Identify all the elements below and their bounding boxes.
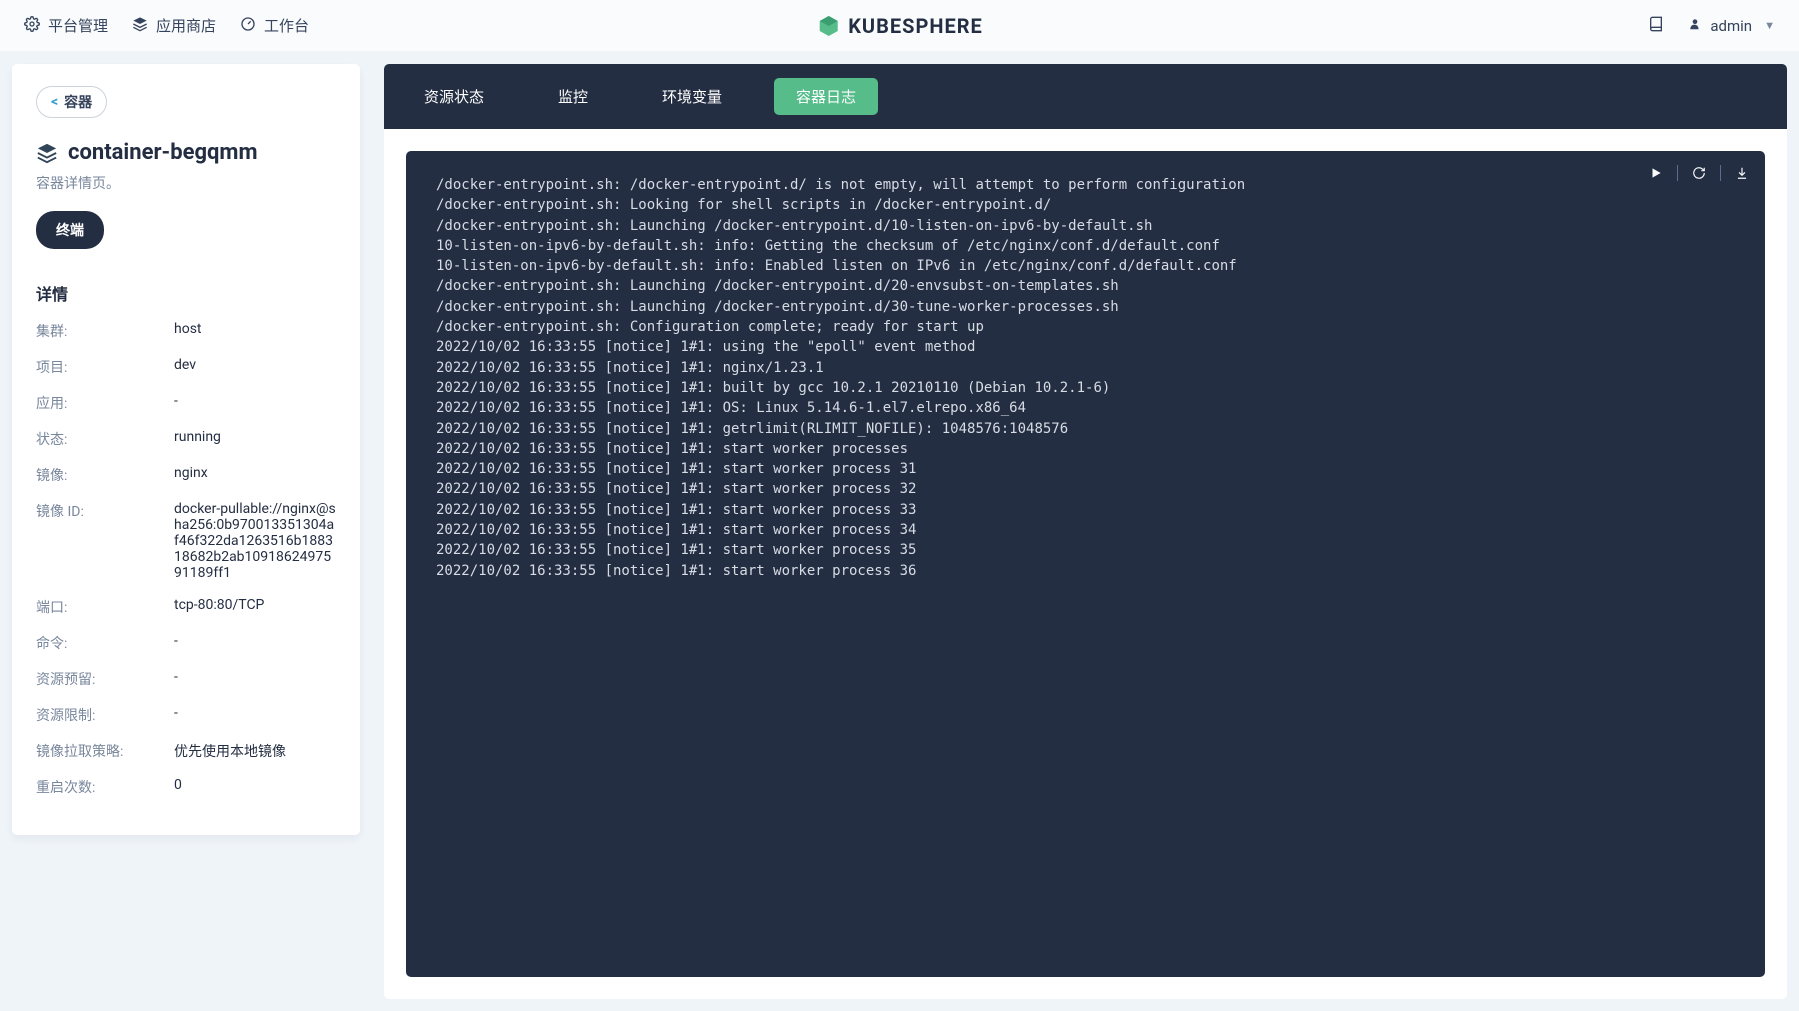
details-heading: 详情 <box>36 281 336 305</box>
detail-label: 镜像: <box>36 465 174 485</box>
detail-value: 优先使用本地镜像 <box>174 741 286 761</box>
detail-label: 镜像拉取策略: <box>36 741 174 761</box>
page-body: < 容器 container-begqmm 容器详情页。 终端 详情 集群:ho… <box>0 52 1799 1011</box>
detail-label: 镜像 ID: <box>36 501 174 581</box>
detail-label: 资源限制: <box>36 705 174 725</box>
back-button[interactable]: < 容器 <box>36 86 107 118</box>
tab[interactable]: 监控 <box>536 78 610 115</box>
detail-row: 项目:dev <box>36 357 336 377</box>
detail-row: 集群:host <box>36 321 336 341</box>
detail-value: running <box>174 429 221 449</box>
chevron-down-icon: ▼ <box>1764 19 1775 32</box>
nav-workbench-label: 工作台 <box>264 15 309 36</box>
detail-row: 镜像拉取策略:优先使用本地镜像 <box>36 741 336 761</box>
back-label: 容器 <box>64 92 92 112</box>
separator <box>1720 165 1721 181</box>
detail-row: 镜像:nginx <box>36 465 336 485</box>
layers-icon <box>132 16 148 36</box>
page-subtitle: 容器详情页。 <box>36 173 336 193</box>
topbar: 平台管理 应用商店 工作台 KUBESPHERE admin <box>0 0 1799 52</box>
brand-text: KUBESPHERE <box>848 14 983 38</box>
detail-label: 项目: <box>36 357 174 377</box>
nav-appstore-label: 应用商店 <box>156 15 216 36</box>
detail-row: 重启次数:0 <box>36 777 336 797</box>
detail-label: 端口: <box>36 597 174 617</box>
detail-row: 应用:- <box>36 393 336 413</box>
detail-value: nginx <box>174 465 208 485</box>
detail-row: 端口:tcp-80:80/TCP <box>36 597 336 617</box>
detail-value: 0 <box>174 777 182 797</box>
gear-icon <box>24 16 40 36</box>
detail-value: tcp-80:80/TCP <box>174 597 264 617</box>
brand-logo[interactable]: KUBESPHERE <box>816 14 983 38</box>
topbar-right: admin ▼ <box>1648 16 1775 36</box>
detail-value: docker-pullable://nginx@sha256:0b9700133… <box>174 501 336 581</box>
detail-value: - <box>174 705 178 725</box>
detail-value: - <box>174 393 178 413</box>
log-box: /docker-entrypoint.sh: /docker-entrypoin… <box>406 151 1765 977</box>
detail-value: - <box>174 633 178 653</box>
refresh-icon[interactable] <box>1692 166 1706 180</box>
username-label: admin <box>1710 17 1752 35</box>
detail-label: 集群: <box>36 321 174 341</box>
main-area: 资源状态监控环境变量容器日志 /docker-entrypoint. <box>384 64 1787 999</box>
detail-card: < 容器 container-begqmm 容器详情页。 终端 详情 集群:ho… <box>12 64 360 835</box>
detail-row: 资源限制:- <box>36 705 336 725</box>
gauge-icon <box>240 16 256 36</box>
arrow-left-icon: < <box>51 94 58 110</box>
tab[interactable]: 资源状态 <box>402 78 506 115</box>
topbar-left: 平台管理 应用商店 工作台 <box>24 15 309 36</box>
detail-value: dev <box>174 357 196 377</box>
log-card: /docker-entrypoint.sh: /docker-entrypoin… <box>384 129 1787 999</box>
container-icon <box>36 142 58 164</box>
play-icon[interactable] <box>1649 166 1663 180</box>
detail-value: host <box>174 321 202 341</box>
log-toolbar <box>1649 165 1749 181</box>
nav-platform-management[interactable]: 平台管理 <box>24 15 108 36</box>
log-output[interactable]: /docker-entrypoint.sh: /docker-entrypoin… <box>436 175 1735 581</box>
detail-row: 镜像 ID:docker-pullable://nginx@sha256:0b9… <box>36 501 336 581</box>
user-icon <box>1688 17 1702 35</box>
tab[interactable]: 环境变量 <box>640 78 744 115</box>
title-row: container-begqmm <box>36 140 336 165</box>
detail-row: 状态:running <box>36 429 336 449</box>
user-menu[interactable]: admin ▼ <box>1688 17 1775 35</box>
docs-icon[interactable] <box>1648 16 1664 36</box>
detail-label: 重启次数: <box>36 777 174 797</box>
detail-label: 应用: <box>36 393 174 413</box>
detail-row: 资源预留:- <box>36 669 336 689</box>
separator <box>1677 165 1678 181</box>
cube-icon <box>816 14 840 38</box>
download-icon[interactable] <box>1735 166 1749 180</box>
nav-app-store[interactable]: 应用商店 <box>132 15 216 36</box>
nav-workbench[interactable]: 工作台 <box>240 15 309 36</box>
detail-row: 命令:- <box>36 633 336 653</box>
terminal-button[interactable]: 终端 <box>36 211 104 249</box>
detail-label: 状态: <box>36 429 174 449</box>
details-list: 集群:host项目:dev应用:-状态:running镜像:nginx镜像 ID… <box>36 321 336 797</box>
tabbar: 资源状态监控环境变量容器日志 <box>384 64 1787 129</box>
detail-label: 资源预留: <box>36 669 174 689</box>
tab[interactable]: 容器日志 <box>774 78 878 115</box>
detail-label: 命令: <box>36 633 174 653</box>
nav-platform-label: 平台管理 <box>48 15 108 36</box>
page-title: container-begqmm <box>68 140 258 165</box>
detail-value: - <box>174 669 178 689</box>
